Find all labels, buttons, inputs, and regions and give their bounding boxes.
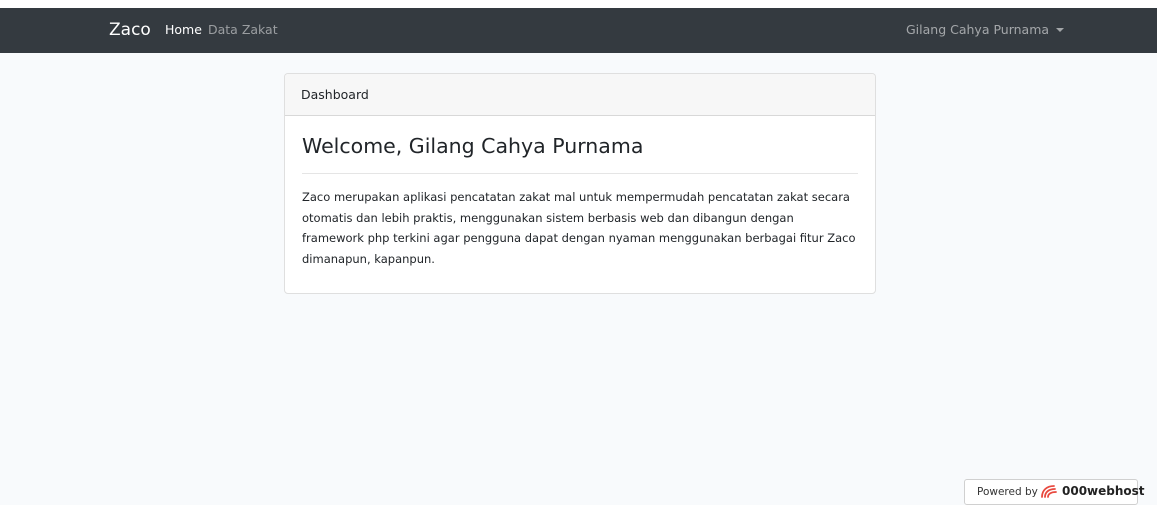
brand-link[interactable]: Zaco (109, 18, 151, 42)
card-body: Welcome, Gilang Cahya Purnama Zaco merup… (285, 116, 875, 269)
user-name: Gilang Cahya Purnama (906, 22, 1050, 37)
powered-by-label: Powered by (977, 486, 1038, 498)
welcome-heading: Welcome, Gilang Cahya Purnama (302, 134, 644, 158)
caret-down-icon (1056, 28, 1065, 32)
nav-link-data-zakat[interactable]: Data Zakat (208, 20, 278, 40)
card-header: Dashboard (285, 74, 875, 116)
powered-by-badge[interactable]: Powered by 000webhost (964, 479, 1145, 505)
navbar: Zaco Home Data Zakat Gilang Cahya Purnam… (0, 8, 1157, 53)
webhost-brand: 000webhost (1062, 484, 1145, 498)
user-dropdown[interactable]: Gilang Cahya Purnama (906, 20, 1065, 40)
top-strip (0, 0, 1157, 8)
000webhost-logo-icon (1041, 485, 1057, 498)
app-description: Zaco merupakan aplikasi pencatatan zakat… (302, 190, 856, 266)
dashboard-card: Dashboard Welcome, Gilang Cahya Purnama … (284, 73, 876, 294)
nav-link-home[interactable]: Home (165, 20, 202, 40)
divider (302, 173, 858, 174)
